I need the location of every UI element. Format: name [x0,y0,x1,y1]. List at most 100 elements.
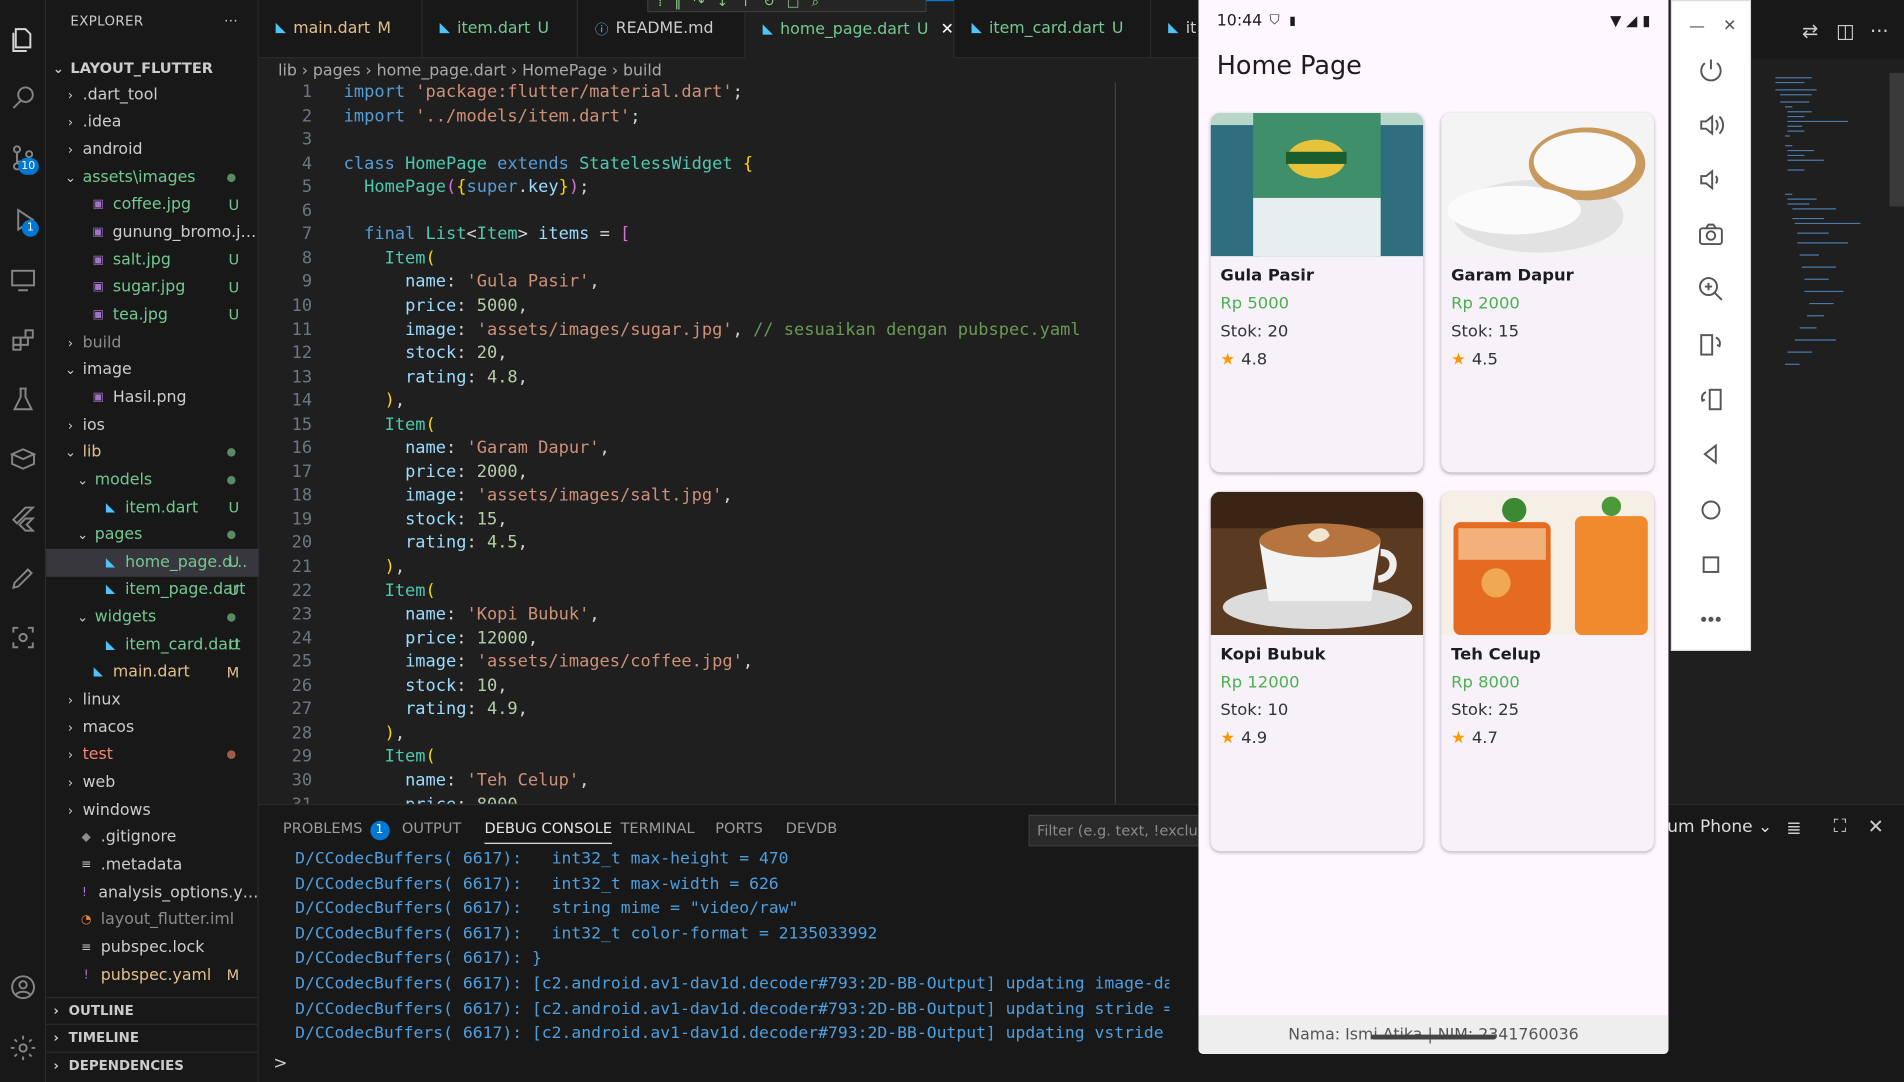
folder-item[interactable]: ⌄ widgets [46,604,259,631]
flutter-icon[interactable] [0,494,46,543]
folder-item[interactable]: › android [46,136,259,163]
tab-main-dart[interactable]: ◣ main.dart M [259,0,423,59]
folder-item[interactable]: › macos [46,714,259,741]
folder-item[interactable]: › web [46,769,259,796]
file-item[interactable]: ◔ layout_flutter.iml [46,906,259,933]
code-line[interactable]: 29 Item( [259,747,1200,771]
file-item[interactable]: ◆ .gitignore [46,824,259,851]
minimap[interactable] [1751,0,1904,804]
code-line[interactable]: 30 name: 'Teh Celup', [259,771,1200,795]
code-line[interactable]: 4 class HomePage extends StatelessWidget … [259,154,1200,178]
breadcrumb-item[interactable]: HomePage [522,61,607,79]
word-wrap-icon[interactable]: ≣ [1786,817,1801,839]
code-line[interactable]: 18 image: 'assets/images/salt.jpg', [259,486,1200,510]
run-debug-icon[interactable]: 1 [0,196,46,245]
file-item[interactable]: ◣ main.dart M [46,659,259,686]
dependencies-section[interactable]: › DEPENDENCIES [46,1051,259,1079]
code-line[interactable]: 26 stock: 10, [259,676,1200,700]
code-line[interactable]: 17 price: 2000, [259,462,1200,486]
volume-up-icon[interactable] [1672,104,1750,145]
code-line[interactable]: 31 price: 8000, [259,795,1200,804]
console-filter-input[interactable]: Filter (e.g. text, !exclude, [1028,814,1211,847]
search-icon[interactable] [0,74,46,123]
code-line[interactable]: 2 import '../models/item.dart'; [259,106,1200,130]
code-editor[interactable]: 1 import 'package:flutter/material.dart';… [259,83,1200,804]
panel-tab-output[interactable]: OUTPUT [402,820,461,837]
more-editor-icon[interactable]: ··· [1870,19,1889,42]
folder-item[interactable]: › .idea [46,109,259,136]
gesture-nav-handle[interactable] [1370,1034,1497,1040]
compare-changes-icon[interactable]: ⇄ [1802,19,1818,42]
back-icon[interactable] [1672,434,1750,475]
folder-item[interactable]: › test [46,741,259,768]
file-item[interactable]: ▣ gunung_bromo.jpg [46,219,258,246]
volume-down-icon[interactable] [1672,159,1750,200]
panel-tab-debug-console[interactable]: DEBUG CONSOLE [484,820,613,844]
folder-item[interactable]: › ios [46,411,259,438]
minimize-icon[interactable]: — [1689,18,1705,36]
containers-icon[interactable] [0,435,46,484]
breadcrumb-item[interactable]: pages [313,61,361,79]
code-line[interactable]: 3 [259,130,1200,154]
home-icon[interactable] [1672,489,1750,530]
code-line[interactable]: 28 ), [259,724,1200,748]
code-line[interactable]: 12 stock: 20, [259,344,1200,368]
file-item[interactable]: ◣ item.dart U [46,494,259,521]
file-item[interactable]: ◣ home_page.d... U [46,548,259,577]
panel-tab-ports[interactable]: PORTS [715,820,762,837]
code-line[interactable]: 8 Item( [259,249,1200,273]
folder-item[interactable]: › windows [46,796,259,823]
file-item[interactable]: ≡ .metadata [46,851,259,878]
tab-it[interactable]: ◣ it [1151,0,1200,59]
timeline-section[interactable]: › TIMELINE [46,1023,259,1051]
split-editor-icon[interactable]: ◫ [1836,19,1854,42]
code-line[interactable]: 16 name: 'Garam Dapur', [259,439,1200,463]
code-line[interactable]: 14 ), [259,391,1200,415]
code-line[interactable]: 10 price: 5000, [259,296,1200,320]
product-card[interactable]: Garam Dapur Rp 2000 Stok: 15 ★ 4.5 [1441,112,1654,473]
overview-icon[interactable] [1672,544,1750,585]
rotate-left-icon[interactable] [1672,324,1750,365]
folder-item[interactable]: ⌄ image [46,356,259,383]
breadcrumb-item[interactable]: home_page.dart [377,61,506,79]
file-item[interactable]: ! pubspec.yaml M [46,961,259,988]
panel-tab-terminal[interactable]: TERMINAL [621,820,695,837]
minimap-scrollbar[interactable] [1889,72,1904,207]
close-tab-icon[interactable]: ✕ [941,21,954,39]
maximize-panel-icon[interactable]: ⛶ [1834,815,1847,837]
file-item[interactable]: ▣ sugar.jpg U [46,274,259,301]
code-line[interactable]: 27 rating: 4.9, [259,700,1200,724]
code-line[interactable]: 1 import 'package:flutter/material.dart'; [259,83,1200,107]
code-line[interactable]: 11 image: 'assets/images/sugar.jpg', // … [259,320,1200,344]
code-line[interactable]: 9 name: 'Gula Pasir', [259,272,1200,296]
code-line[interactable]: 19 stock: 15, [259,510,1200,534]
device-selector[interactable]: um Phone ⌄ [1667,817,1772,836]
file-item[interactable]: ≡ pubspec.lock [46,934,259,961]
zoom-icon[interactable] [1672,268,1750,309]
folder-item[interactable]: ⌄ assets\images [46,164,259,191]
outline-section[interactable]: › OUTLINE [46,996,259,1024]
camera-icon[interactable] [1672,214,1750,255]
file-item[interactable]: ▣ Hasil.png [46,384,259,411]
code-line[interactable]: 24 price: 12000, [259,629,1200,653]
file-item[interactable]: ◣ item_page.dart U [46,576,259,603]
folder-item[interactable]: › build [46,329,259,356]
testing-icon[interactable] [0,375,46,424]
debug-toolbar[interactable]: ⁞‖↷↓↑↻□⌕ [647,0,927,13]
code-line[interactable]: 22 Item( [259,581,1200,605]
file-item[interactable]: ▣ salt.jpg U [46,246,259,273]
file-item[interactable]: ▣ coffee.jpg U [46,191,259,218]
code-line[interactable]: 7 final List<Item> items = [ [259,225,1200,249]
folder-item[interactable]: ⌄ pages [46,521,259,548]
breadcrumb-item[interactable]: build [623,61,662,79]
android-emulator-screen[interactable]: 10:44 ⛉ ▮ ▼ ◢ ▮ Home Page Gula Pasir Rp 5… [1198,0,1669,1055]
explorer-icon[interactable] [0,16,46,65]
console-prompt[interactable]: > [273,1054,287,1073]
product-card[interactable]: Teh Celup Rp 8000 Stok: 25 ★ 4.7 [1441,491,1654,852]
folder-item[interactable]: ⌄ lib [46,439,259,466]
source-control-icon[interactable]: 10 [0,134,46,183]
code-line[interactable]: 15 Item( [259,415,1200,439]
code-line[interactable]: 5 HomePage({super.key}); [259,178,1200,202]
file-item[interactable]: ◣ item_card.dart U [46,631,259,658]
tab-item-dart[interactable]: ◣ item.dart U [423,0,579,59]
